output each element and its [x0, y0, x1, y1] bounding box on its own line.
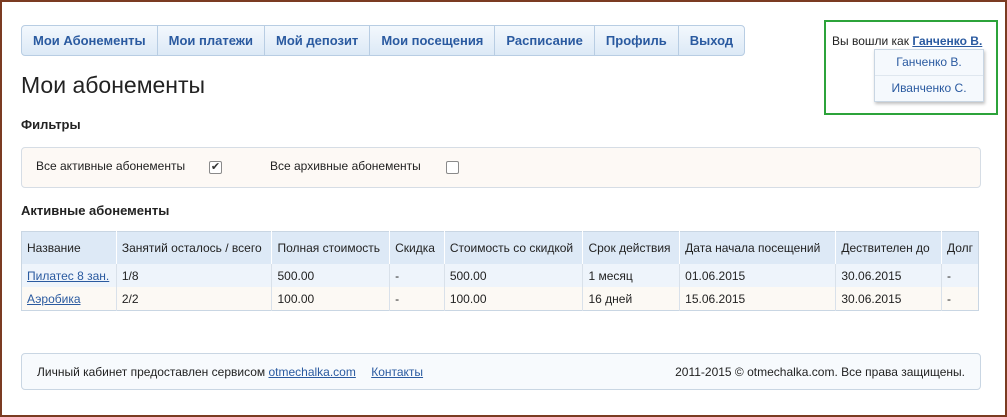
login-status: Вы вошли как Ганченко В. [832, 34, 982, 48]
filter-archive-label: Все архивные абонементы [270, 159, 421, 173]
active-subscriptions-heading: Активные абонементы [21, 203, 170, 218]
subscription-name-link[interactable]: Аэробика [27, 292, 81, 306]
footer-contacts-link[interactable]: Контакты [371, 365, 423, 379]
col-name-header: Название [21, 231, 117, 264]
nav-my-deposit[interactable]: Мой депозит [265, 26, 371, 55]
footer-left: Личный кабинет предоставлен сервисом otm… [37, 365, 423, 379]
dropdown-user-ivanchenko[interactable]: Иванченко С. [875, 76, 983, 101]
table-row: Аэробика 2/2 100.00 - 100.00 16 дней 15.… [21, 287, 979, 311]
table-cell: 1 месяц [582, 264, 680, 287]
nav-schedule[interactable]: Расписание [495, 26, 595, 55]
nav-logout[interactable]: Выход [679, 26, 744, 55]
table-header-row: Название Занятий осталось / всего Полная… [21, 231, 979, 264]
col-valid-until-header: Дествителен до [835, 231, 942, 264]
table-row: Пилатес 8 зан. 1/8 500.00 - 500.00 1 мес… [21, 264, 979, 287]
table-cell: 15.06.2015 [679, 287, 836, 311]
table-cell: 100.00 [271, 287, 390, 311]
table-cell: 30.06.2015 [835, 287, 942, 311]
col-discounted-price-header: Стоимость со скидкой [443, 231, 583, 264]
footer-service-link[interactable]: otmechalka.com [268, 365, 355, 379]
footer-service-text: Личный кабинет предоставлен сервисом [37, 365, 266, 379]
page-title: Мои абонементы [21, 72, 206, 98]
footer: Личный кабинет предоставлен сервисом otm… [21, 353, 981, 390]
table-cell: - [389, 264, 445, 287]
main-nav: Мои Абонементы Мои платежи Мой депозит М… [21, 25, 746, 56]
user-dropdown: Ганченко В. Иванченко С. [874, 49, 984, 102]
col-discount-header: Скидка [389, 231, 445, 264]
nav-my-subscriptions[interactable]: Мои Абонементы [22, 26, 158, 55]
col-remaining-header: Занятий осталось / всего [115, 231, 272, 264]
subscription-name-link[interactable]: Пилатес 8 зан. [27, 269, 109, 283]
table-cell: 1/8 [115, 264, 272, 287]
col-start-date-header: Дата начала посещений [679, 231, 836, 264]
nav-profile[interactable]: Профиль [595, 26, 679, 55]
table-cell: 01.06.2015 [679, 264, 836, 287]
table-cell: 2/2 [115, 287, 272, 311]
footer-copyright: 2011-2015 © otmechalka.com. Все права за… [675, 365, 965, 379]
filters-heading: Фильтры [21, 117, 81, 132]
current-user-link[interactable]: Ганченко В. [912, 34, 982, 48]
table-cell: 30.06.2015 [835, 264, 942, 287]
col-full-price-header: Полная стоимость [271, 231, 390, 264]
dropdown-user-ganchenko[interactable]: Ганченко В. [875, 50, 983, 76]
table-cell: 16 дней [582, 287, 680, 311]
table-cell: - [940, 287, 979, 311]
filters-panel: Все активные абонементы ✔ Все архивные а… [21, 147, 981, 188]
nav-my-visits[interactable]: Мои посещения [370, 26, 496, 55]
table-cell: - [940, 264, 979, 287]
col-term-header: Срок действия [582, 231, 680, 264]
table-cell: - [389, 287, 445, 311]
filter-archive-checkbox[interactable] [446, 161, 459, 174]
filter-active-checkbox[interactable]: ✔ [209, 161, 222, 174]
col-debt-header: Долг [940, 231, 979, 264]
subscriptions-table: Название Занятий осталось / всего Полная… [21, 231, 979, 311]
table-cell: 100.00 [443, 287, 583, 311]
nav-my-payments[interactable]: Мои платежи [158, 26, 265, 55]
table-cell: 500.00 [271, 264, 390, 287]
login-highlight-box: Вы вошли как Ганченко В. Ганченко В. Ива… [824, 20, 998, 115]
table-cell: 500.00 [443, 264, 583, 287]
login-prefix: Вы вошли как [832, 34, 909, 48]
filter-active-label: Все активные абонементы [36, 159, 186, 173]
